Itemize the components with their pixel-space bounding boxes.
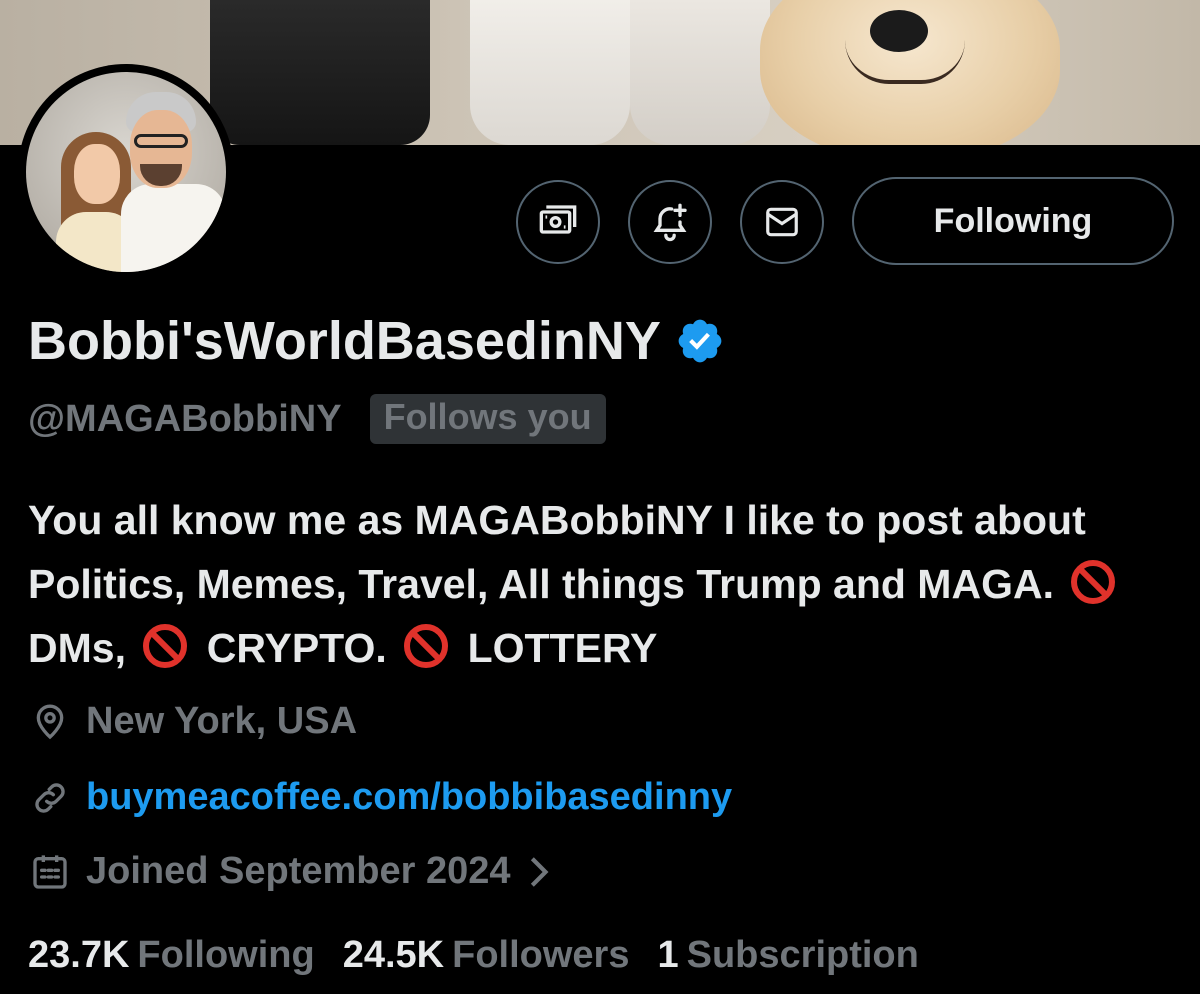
location-pin-icon (36, 704, 64, 739)
bell-plus-icon (653, 203, 687, 242)
prohibited-icon (1071, 560, 1116, 604)
link-icon (35, 782, 65, 813)
verified-badge-icon[interactable] (675, 316, 725, 366)
chevron-right-icon (530, 856, 549, 887)
profile-avatar[interactable] (18, 64, 234, 280)
bio-text-3: CRYPTO. (206, 625, 387, 671)
avatar-image (26, 72, 226, 272)
bio-text-1: You all know me as MAGABobbiNY I like to… (28, 497, 1086, 607)
notify-button[interactable] (628, 180, 712, 264)
handle: @MAGABobbiNY (28, 397, 342, 440)
followers-label: Followers (452, 934, 630, 976)
avatar-man-shirt (121, 184, 226, 272)
banner-white-pants-left (470, 0, 630, 145)
display-name: Bobbi'sWorldBasedinNY (28, 311, 661, 371)
avatar-man-glasses (134, 134, 188, 148)
subscription-label: Subscription (686, 934, 919, 976)
joined-row[interactable]: Joined September 2024 (30, 850, 551, 893)
website-link[interactable]: buymeacoffee.com/bobbibasedinny (86, 776, 732, 819)
banner-white-pants-right (630, 0, 770, 145)
following-label: Following (137, 934, 315, 976)
tip-button[interactable] (516, 180, 600, 264)
following-button[interactable]: Following (852, 177, 1174, 265)
money-icon (539, 205, 577, 234)
envelope-icon (766, 207, 798, 237)
avatar-woman-face (74, 144, 120, 204)
handle-row: @MAGABobbiNY Follows you (28, 394, 606, 444)
bio: You all know me as MAGABobbiNY I like to… (28, 488, 1178, 680)
prohibited-icon (404, 624, 449, 668)
prohibited-icon (143, 624, 188, 668)
followers-count: 24.5K (342, 934, 445, 976)
location-row: New York, USA (30, 700, 357, 743)
calendar-icon (33, 854, 67, 889)
website-row: buymeacoffee.com/bobbibasedinny (30, 776, 732, 819)
joined-text: Joined September 2024 (86, 850, 511, 892)
bio-text-4: LOTTERY (467, 625, 658, 671)
banner-dark-pants (210, 0, 430, 145)
subscription-stat[interactable]: 1 Subscription (657, 934, 918, 977)
followers-stat[interactable]: 24.5K Followers (343, 934, 630, 977)
follows-you-badge: Follows you (369, 394, 606, 444)
stats-row: 23.7K Following 24.5K Followers 1 Subscr… (28, 934, 947, 977)
location-text: New York, USA (86, 700, 358, 742)
bio-text-2: DMs, (28, 625, 126, 671)
following-count: 23.7K (28, 934, 130, 976)
subscription-count: 1 (657, 934, 679, 976)
display-name-row: Bobbi'sWorldBasedinNY (28, 310, 725, 372)
following-stat[interactable]: 23.7K Following (28, 934, 315, 977)
message-button[interactable] (740, 180, 824, 264)
